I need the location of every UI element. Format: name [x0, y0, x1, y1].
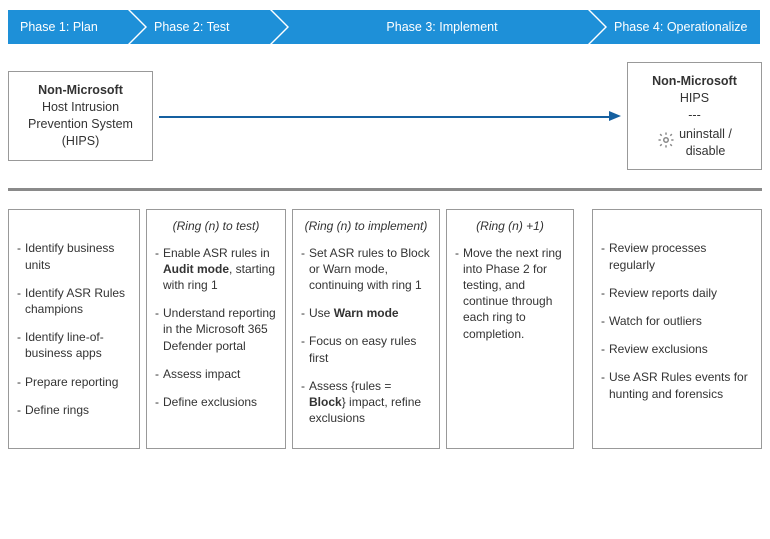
- source-line-3: (HIPS): [21, 133, 140, 150]
- source-line-1: Host Intrusion: [21, 99, 140, 116]
- implement-item: Focus on easy rules first: [301, 333, 431, 365]
- operationalize-item: Use ASR Rules events for hunting and for…: [601, 369, 753, 401]
- target-action-1: uninstall /: [679, 126, 732, 143]
- flow-row: Non-Microsoft Host Intrusion Prevention …: [8, 62, 762, 170]
- test-detail-box: (Ring (n) to test) Enable ASR rules in A…: [146, 209, 286, 449]
- test-header: (Ring (n) to test): [155, 218, 277, 234]
- operationalize-item: Review reports daily: [601, 285, 753, 301]
- plan-item: Prepare reporting: [17, 374, 131, 390]
- plan-item: Define rings: [17, 402, 131, 418]
- target-hips-box: Non-Microsoft HIPS --- uninstall / disab…: [627, 62, 762, 170]
- plan-item: Identify business units: [17, 240, 131, 272]
- test-item: Understand reporting in the Microsoft 36…: [155, 305, 277, 354]
- operationalize-item: Watch for outliers: [601, 313, 753, 329]
- arrow-head-icon: [609, 111, 621, 121]
- next-ring-item: Move the next ring into Phase 2 for test…: [455, 245, 565, 342]
- phase-3-chevron: Phase 3: Implement: [272, 10, 588, 44]
- phase-2-chevron: Phase 2: Test: [130, 10, 270, 44]
- plan-detail-box: Identify business units Identify ASR Rul…: [8, 209, 140, 449]
- transition-arrow: [159, 115, 621, 117]
- phase-1-chevron: Phase 1: Plan: [8, 10, 128, 44]
- phase-1-label: Phase 1: Plan: [20, 20, 98, 34]
- phase-3-label: Phase 3: Implement: [386, 20, 497, 34]
- phase-4-chevron: Phase 4: Operationalize: [590, 10, 760, 44]
- implement-header: (Ring (n) to implement): [301, 218, 431, 234]
- implement-item: Set ASR rules to Block or Warn mode, con…: [301, 245, 431, 294]
- implement-item: Use Warn mode: [301, 305, 431, 321]
- source-line-2: Prevention System: [21, 116, 140, 133]
- operationalize-detail-box: Review processes regularly Review report…: [592, 209, 762, 449]
- operationalize-item: Review processes regularly: [601, 240, 753, 272]
- source-title: Non-Microsoft: [38, 83, 123, 97]
- section-divider: [8, 188, 762, 191]
- phase-4-label: Phase 4: Operationalize: [614, 20, 747, 34]
- phase-chevron-row: Phase 1: Plan Phase 2: Test Phase 3: Imp…: [8, 10, 762, 44]
- target-action-2: disable: [679, 143, 732, 160]
- target-sep: ---: [688, 107, 701, 124]
- implement-item: Assess {rules = Block} impact, refine ex…: [301, 378, 431, 427]
- source-hips-box: Non-Microsoft Host Intrusion Prevention …: [8, 71, 153, 161]
- target-sub: HIPS: [680, 90, 709, 107]
- test-item: Enable ASR rules in Audit mode, starting…: [155, 245, 277, 294]
- test-item: Define exclusions: [155, 394, 277, 410]
- phase-2-label: Phase 2: Test: [154, 20, 230, 34]
- plan-item: Identify line-of-business apps: [17, 329, 131, 361]
- arrow-line: [159, 116, 609, 118]
- test-item: Assess impact: [155, 366, 277, 382]
- plan-item: Identify ASR Rules champions: [17, 285, 131, 317]
- implement-detail-box: (Ring (n) to implement) Set ASR rules to…: [292, 209, 440, 449]
- gear-icon: [657, 131, 675, 154]
- target-title: Non-Microsoft: [652, 74, 737, 88]
- next-ring-header: (Ring (n) +1): [455, 218, 565, 234]
- detail-columns: Identify business units Identify ASR Rul…: [8, 209, 762, 449]
- operationalize-item: Review exclusions: [601, 341, 753, 357]
- next-ring-detail-box: (Ring (n) +1) Move the next ring into Ph…: [446, 209, 574, 449]
